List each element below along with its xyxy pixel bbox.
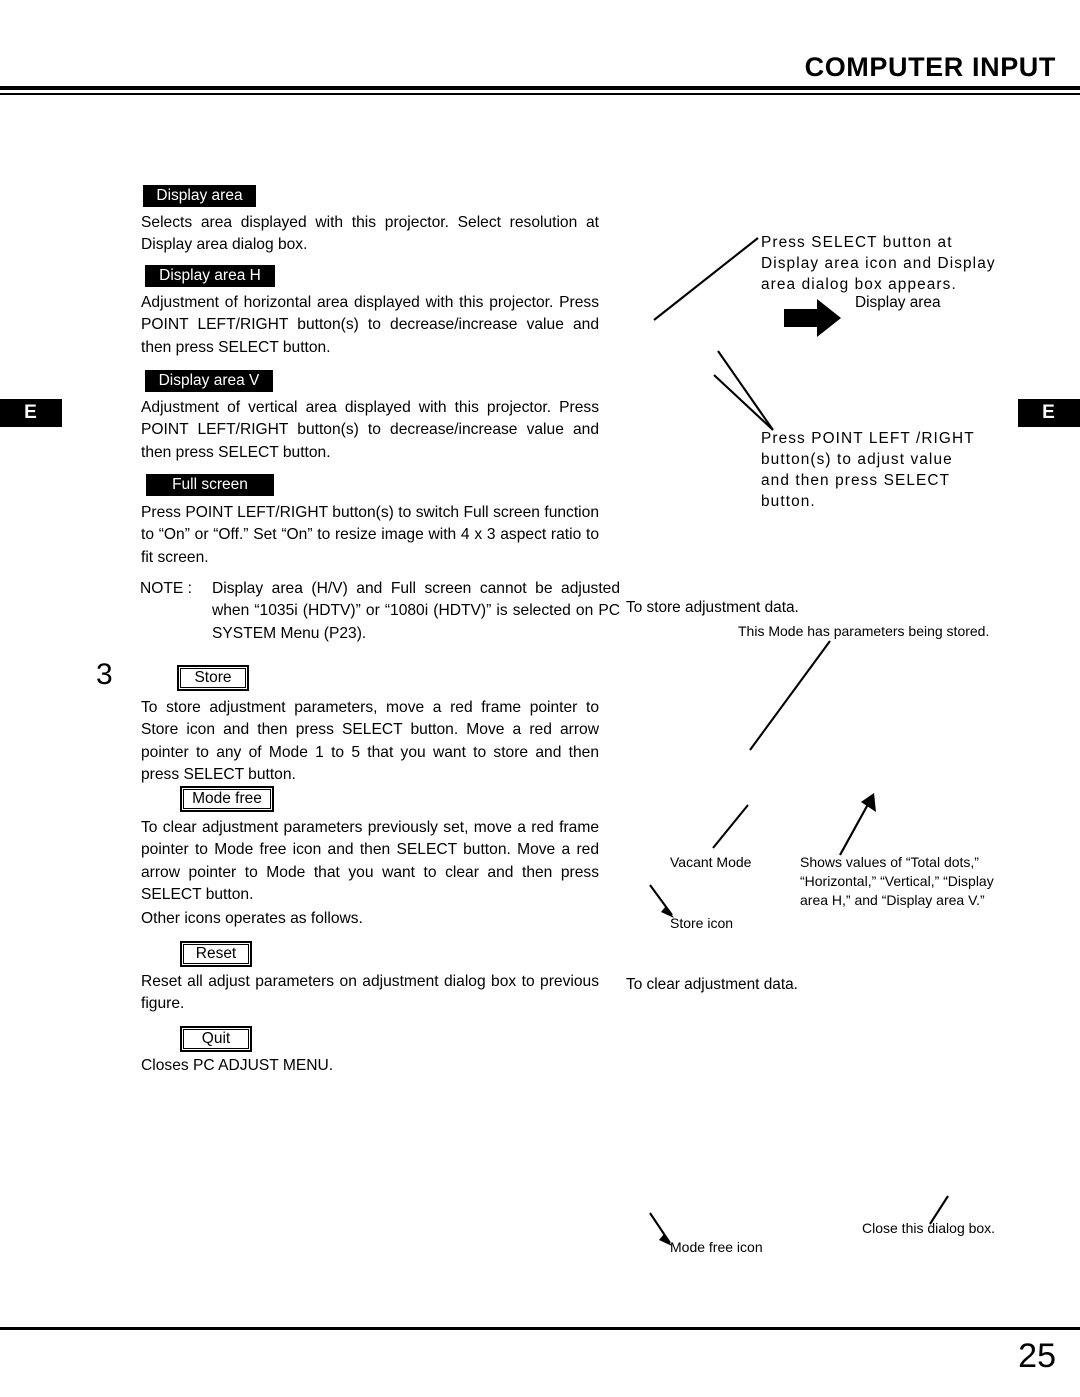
page-number: 25 (1018, 1337, 1056, 1375)
callout-mode-parameters-stored: This Mode has parameters being stored. (738, 623, 990, 639)
footer-rule (0, 1327, 1080, 1330)
section-label-display-area-v: Display area V (145, 370, 273, 392)
callout-store-icon: Store icon (670, 915, 734, 931)
step-number: 3 (96, 658, 113, 691)
note-label: NOTE : (140, 580, 192, 597)
callout-shows-values: Shows values of “Total dots,” “Horizonta… (800, 854, 994, 908)
section-label-quit: Quit (180, 1026, 252, 1052)
other-icons-intro: Other icons operates as follows. (141, 910, 363, 927)
section-body-full-screen: Press POINT LEFT/RIGHT button(s) to swit… (141, 504, 599, 566)
section-body-display-area-h: Adjustment of horizontal area displayed … (141, 294, 599, 356)
callout-press-select-button: Press SELECT button at Display area icon… (761, 234, 996, 293)
section-label-display-area-h: Display area H (145, 265, 275, 287)
section-body-display-area: Selects area displayed with this project… (141, 214, 599, 254)
section-body-reset: Reset all adjust parameters on adjustmen… (141, 973, 599, 1013)
left-column: Display area Selects area displayed with… (0, 0, 620, 1290)
section-label-full-screen: Full screen (146, 474, 274, 496)
note-text: Display area (H/V) and Full screen canno… (212, 580, 620, 642)
section-label-store: Store (177, 665, 249, 691)
section-label-mode-free: Mode free (180, 786, 274, 812)
callout-vacant-mode: Vacant Mode (670, 854, 752, 870)
callout-press-point-buttons: Press POINT LEFT /RIGHT button(s) to adj… (761, 430, 975, 510)
section-label-reset: Reset (180, 941, 252, 967)
section-body-quit: Closes PC ADJUST MENU. (141, 1057, 334, 1074)
heading-store-adjustment-data: To store adjustment data. (626, 599, 799, 616)
callout-display-area-label: Display area (855, 294, 941, 311)
callout-close-dialog-box: Close this dialog box. (862, 1220, 996, 1236)
callout-mode-free-icon: Mode free icon (670, 1239, 763, 1255)
heading-clear-adjustment-data: To clear adjustment data. (626, 976, 798, 993)
section-body-display-area-v: Adjustment of vertical area displayed wi… (141, 399, 599, 461)
section-body-store: To store adjustment parameters, move a r… (141, 699, 599, 784)
section-label-display-area: Display area (143, 185, 256, 207)
section-body-mode-free: To clear adjustment parameters previousl… (141, 819, 599, 904)
right-column: Press SELECT button at Display area icon… (620, 0, 1080, 1290)
